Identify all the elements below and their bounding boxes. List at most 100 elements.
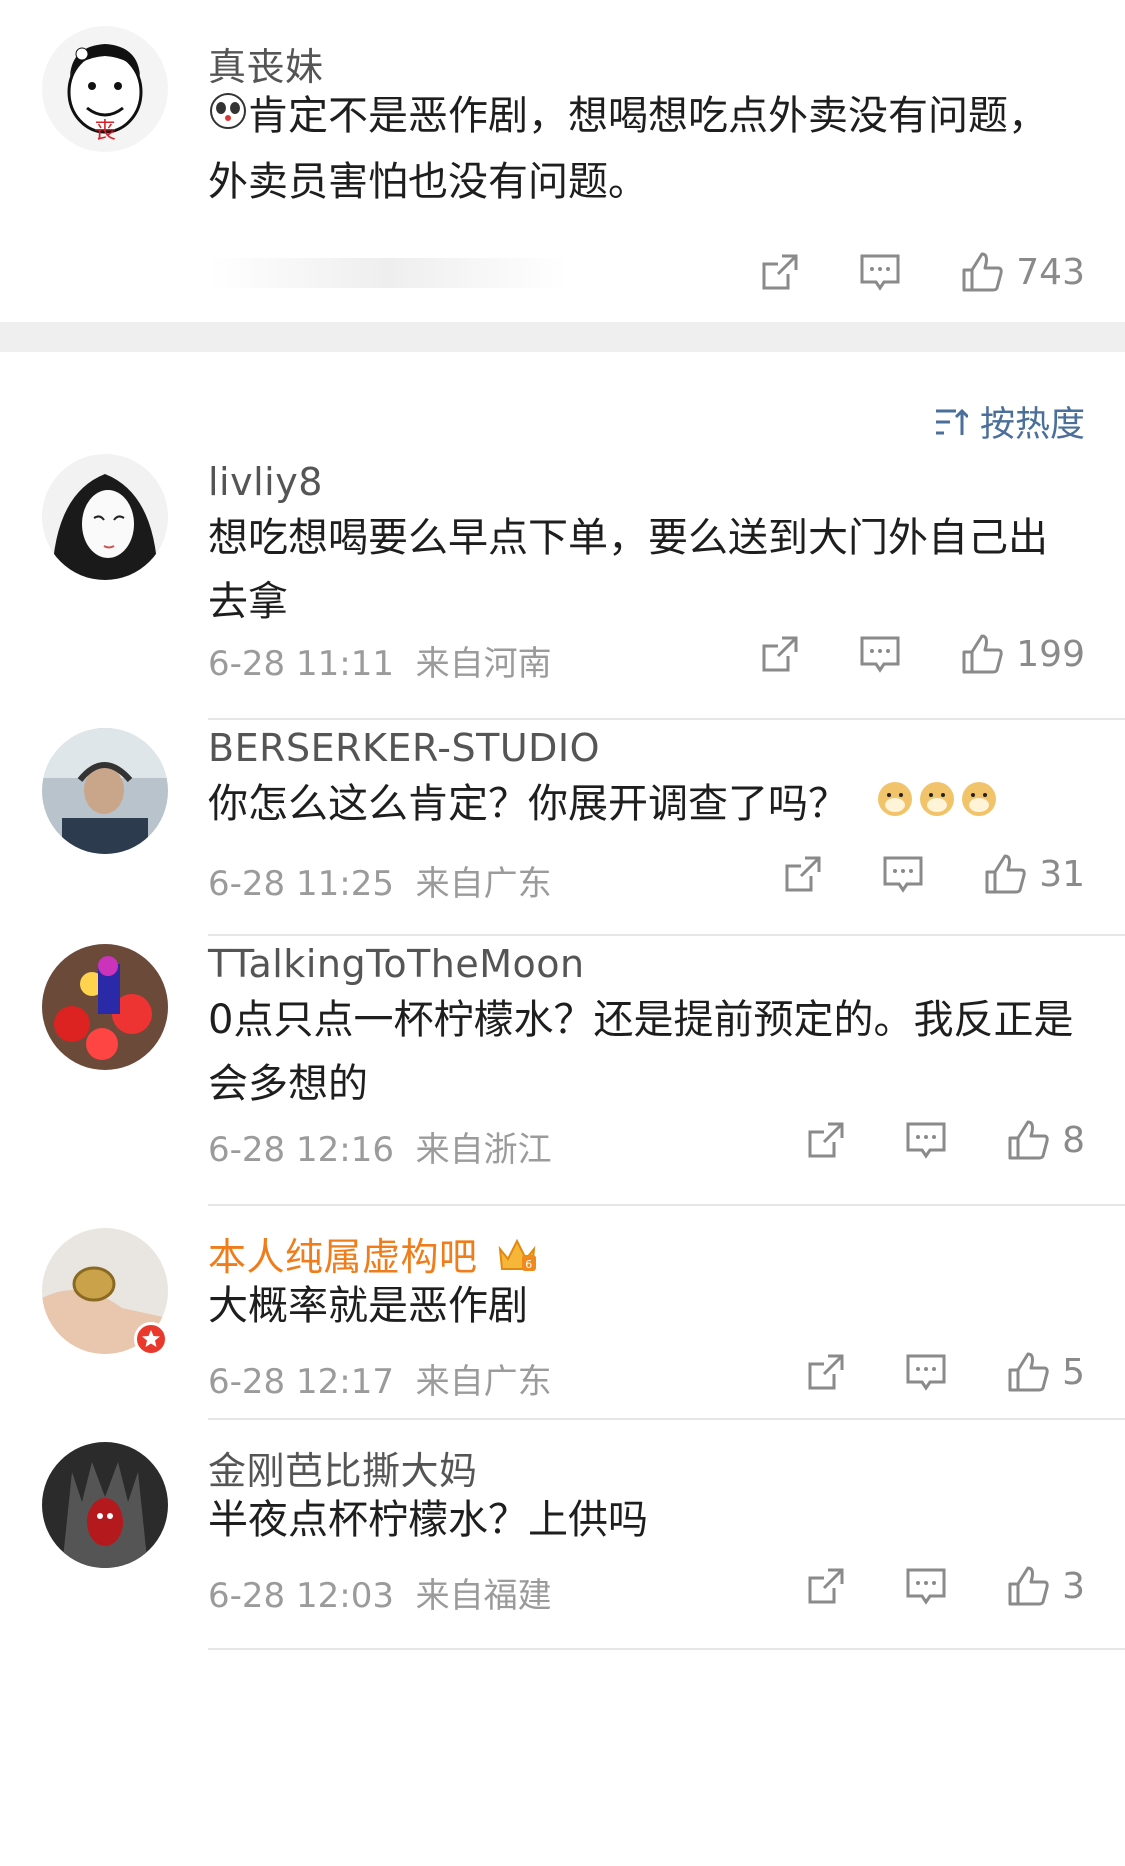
like-button[interactable]: 199: [958, 630, 1085, 678]
share-icon: [808, 1568, 844, 1604]
share-button[interactable]: [804, 1118, 848, 1162]
comment-meta: 6-28 12:03 来自福建: [208, 1568, 552, 1617]
comment-meta: 6-28 12:16 来自浙江: [208, 1122, 552, 1171]
like-button[interactable]: 743: [958, 248, 1085, 296]
comment-location: 来自浙江: [415, 1130, 552, 1170]
comment-date: 6-28 12:16: [208, 1130, 394, 1170]
comment-button[interactable]: [904, 1564, 948, 1608]
thumbs-up-icon: [1008, 1120, 1049, 1160]
comment-button[interactable]: [858, 250, 902, 294]
avatar[interactable]: [42, 944, 168, 1070]
comment-icon: [883, 856, 923, 893]
thumbs-up-icon: [962, 634, 1003, 674]
top-comment: 丧 真丧妹 肯定不是恶作剧，想喝想吃点外卖没有问题，外卖员害怕也没有问题。 74…: [0, 0, 1125, 322]
comment-icon: [906, 1122, 946, 1159]
action-bar: 3: [804, 1562, 1085, 1610]
comment-icon: [860, 636, 900, 673]
divider: [208, 718, 1125, 720]
like-button[interactable]: 3: [1004, 1562, 1085, 1610]
svg-text:丧: 丧: [94, 119, 116, 144]
like-count: 743: [1016, 251, 1085, 293]
like-count: 8: [1062, 1119, 1085, 1161]
comment-button[interactable]: [858, 632, 902, 676]
action-bar: 199: [758, 630, 1085, 678]
comment-location: 来自广东: [415, 864, 552, 904]
share-button[interactable]: [758, 632, 802, 676]
like-count: 3: [1062, 1565, 1085, 1607]
share-icon: [808, 1122, 844, 1158]
comment-text-content: 你怎么这么肯定？你展开调查了吗？: [208, 781, 848, 827]
username[interactable]: livliy8: [208, 460, 323, 504]
comment-button[interactable]: [904, 1350, 948, 1394]
comment-date: 6-28 12:17: [208, 1362, 394, 1402]
username-text: 本人纯属虚构吧: [208, 1235, 478, 1279]
username[interactable]: BERSERKER-STUDIO: [208, 726, 600, 770]
action-bar: 5: [804, 1348, 1085, 1396]
comment-button[interactable]: [904, 1118, 948, 1162]
avatar[interactable]: [42, 728, 168, 854]
comment-text: 半夜点杯柠檬水？上供吗: [208, 1497, 648, 1543]
like-count: 199: [1016, 633, 1085, 675]
comment-text: 肯定不是恶作剧，想喝想吃点外卖没有问题，外卖员害怕也没有问题。: [208, 84, 1085, 214]
share-icon: [808, 1354, 844, 1390]
comment-meta: 6-28 11:25 来自广东: [208, 856, 552, 905]
share-icon: [762, 636, 798, 672]
comment-location: 来自广东: [415, 1362, 552, 1402]
svg-text:6: 6: [525, 1258, 533, 1271]
divider: [208, 934, 1125, 936]
thumbs-up-icon: [1008, 1566, 1049, 1606]
comment-icon: [906, 1568, 946, 1605]
share-icon: [785, 856, 821, 892]
thumbs-up-icon: [985, 854, 1026, 894]
thumbs-up-icon: [1008, 1352, 1049, 1392]
comment-date: 6-28 11:11: [208, 644, 394, 684]
panda-emoji-icon: [208, 86, 248, 150]
sort-icon: [935, 408, 968, 435]
like-button[interactable]: 31: [981, 850, 1085, 898]
comment-item: 本人纯属虚构吧 6 大概率就是恶作剧 6-28 12:17 来自广东 5: [0, 1208, 1125, 1422]
comment-item: BERSERKER-STUDIO 你怎么这么肯定？你展开调查了吗？ 6-28 1…: [0, 722, 1125, 938]
share-icon: [762, 254, 798, 290]
comment-text: 0点只点一杯柠檬水？还是提前预定的。我反正是会多想的: [208, 997, 1074, 1107]
section-divider: [0, 322, 1125, 352]
username[interactable]: 金刚芭比撕大妈: [208, 1440, 478, 1495]
divider: [208, 1648, 1125, 1650]
share-button[interactable]: [804, 1350, 848, 1394]
comment-item: livliy8 想吃想喝要么早点下单，要么送到大门外自己出去拿 6-28 11:…: [0, 452, 1125, 722]
share-button[interactable]: [804, 1564, 848, 1608]
comment-text: 想吃想喝要么早点下单，要么送到大门外自己出去拿: [208, 515, 1048, 625]
divider: [208, 1418, 1125, 1420]
comment-text: 大概率就是恶作剧: [208, 1283, 528, 1329]
avatar[interactable]: [42, 1442, 168, 1568]
avatar[interactable]: [42, 454, 168, 580]
comment-item: 金刚芭比撕大妈 半夜点杯柠檬水？上供吗 6-28 12:03 来自福建 3: [0, 1422, 1125, 1652]
like-count: 5: [1062, 1351, 1085, 1393]
thumbs-up-icon: [962, 252, 1003, 292]
sort-by-hot-button[interactable]: 按热度: [934, 396, 1085, 447]
share-button[interactable]: [781, 852, 825, 896]
comment-button[interactable]: [881, 852, 925, 896]
action-bar: 743: [758, 248, 1085, 296]
comment-meta: 6-28 11:11 来自河南: [208, 636, 552, 685]
doge-emoji-icon: [875, 774, 999, 838]
username[interactable]: TTalkingToTheMoon: [208, 942, 585, 986]
share-button[interactable]: [758, 250, 802, 294]
comment-location: 来自福建: [415, 1576, 552, 1616]
comment-date: 6-28 11:25: [208, 864, 394, 904]
comment-text: 你怎么这么肯定？你展开调查了吗？: [208, 772, 1085, 838]
comment-date: 6-28 12:03: [208, 1576, 394, 1616]
like-button[interactable]: 5: [1004, 1348, 1085, 1396]
username[interactable]: 真丧妹: [208, 36, 324, 91]
action-bar: 8: [804, 1116, 1085, 1164]
like-button[interactable]: 8: [1004, 1116, 1085, 1164]
like-count: 31: [1039, 853, 1085, 895]
comment-location: 来自河南: [415, 644, 552, 684]
action-bar: 31: [781, 850, 1085, 898]
avatar[interactable]: 丧: [42, 26, 168, 152]
comment-icon: [860, 254, 900, 291]
blurred-meta: [208, 258, 568, 288]
sort-bar: 按热度: [0, 352, 1125, 452]
sort-label: 按热度: [979, 405, 1085, 445]
comment-text-content: 肯定不是恶作剧，想喝想吃点外卖没有问题，外卖员害怕也没有问题。: [208, 93, 1048, 205]
comment-icon: [906, 1354, 946, 1391]
